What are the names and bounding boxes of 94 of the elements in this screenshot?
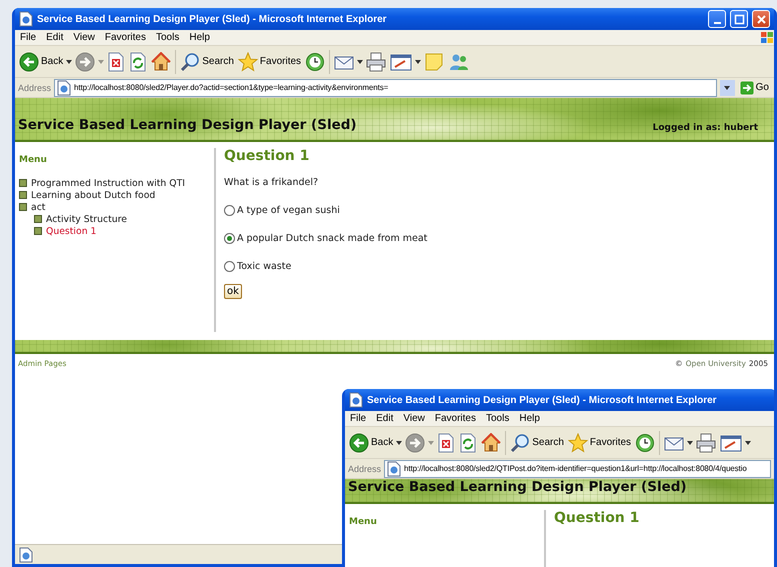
window-title: Service Based Learning Design Player (Sled) - Microsoft Internet Explorer [367, 394, 718, 406]
menu-item[interactable]: Tools [150, 32, 184, 43]
minimize-button[interactable] [708, 10, 726, 28]
print-button[interactable] [365, 50, 388, 74]
search-button[interactable]: Search [509, 430, 565, 454]
maximize-button[interactable] [730, 10, 748, 28]
people-icon [448, 52, 470, 72]
menu-item[interactable]: Help [514, 413, 545, 424]
option-label: A type of vegan sushi [237, 205, 340, 216]
menu-item[interactable]: Edit [41, 32, 68, 43]
clock-icon [305, 52, 326, 72]
arrow-left-icon [349, 432, 369, 452]
favorites-button[interactable]: Favorites [566, 430, 632, 454]
home-button[interactable] [480, 430, 502, 454]
page-cross-icon [107, 52, 126, 72]
stop-button[interactable] [106, 50, 126, 74]
menu-item[interactable]: Favorites [430, 413, 481, 424]
page-icon [19, 11, 33, 27]
menu-link[interactable]: Programmed Instruction with QTI [31, 178, 185, 190]
question-text: What is a frikandel? [224, 177, 320, 188]
page-icon [19, 546, 33, 562]
close-button[interactable] [752, 10, 770, 28]
page-icon [349, 392, 363, 408]
search-icon [180, 52, 200, 72]
refresh-icon [459, 432, 478, 452]
minimize-icon [714, 22, 720, 24]
arrow-left-icon [19, 52, 39, 72]
refresh-button[interactable] [458, 430, 478, 454]
menu-item[interactable]: View [68, 32, 100, 43]
address-label: Address [348, 464, 382, 474]
menu-item[interactable]: Tools [480, 413, 514, 424]
menu-item[interactable]: File [15, 32, 42, 43]
page-icon [387, 460, 402, 476]
star-icon [238, 52, 258, 72]
radio-button[interactable] [224, 205, 235, 216]
arrow-right-icon [75, 52, 96, 72]
dropdown-button[interactable] [720, 80, 735, 96]
window-icon [720, 432, 742, 452]
bullet-icon [19, 179, 27, 187]
page-icon [57, 80, 72, 96]
clock-icon [635, 432, 656, 452]
arrow-right-icon [405, 432, 426, 452]
menu-heading: Menu [19, 155, 48, 165]
site-title: Service Based Learning Design Player (Sled) [348, 479, 687, 495]
menu-item[interactable]: View [398, 413, 430, 424]
question-title: Question 1 [224, 148, 310, 164]
house-icon [481, 432, 502, 452]
menu-item[interactable]: Edit [371, 413, 398, 424]
login-status: Logged in as: hubert [652, 123, 758, 133]
question-title: Question 1 [554, 510, 640, 526]
address-label: Address [18, 82, 52, 92]
ok-button[interactable]: ok [224, 284, 242, 299]
refresh-button[interactable] [128, 50, 148, 74]
window-title: Service Based Learning Design Player (Sled) - Microsoft Internet Explorer [37, 14, 388, 24]
radio-button[interactable] [224, 233, 235, 244]
search-button[interactable]: Search [179, 50, 235, 74]
favorites-button[interactable]: Favorites [236, 50, 302, 74]
bullet-icon [34, 227, 42, 235]
page-cross-icon [437, 432, 456, 452]
close-icon [756, 14, 766, 24]
bullet-icon [19, 191, 27, 199]
arrow-right-icon [740, 80, 754, 94]
option-label: A popular Dutch snack made from meat [237, 233, 428, 244]
menu-item[interactable]: File [345, 413, 372, 424]
back-button[interactable]: Back [348, 430, 394, 454]
note-icon [424, 52, 444, 72]
radio-button[interactable] [224, 261, 235, 272]
bullet-icon [19, 203, 27, 211]
address-field[interactable]: http://localhost:8080/sled2/Player.do?actid=section1&type=learning-activity&environments= [54, 78, 717, 96]
menu-link[interactable]: act [31, 202, 46, 214]
menu-heading: Menu [349, 517, 378, 527]
stop-button[interactable] [436, 430, 456, 454]
menu-link[interactable]: Question 1 [46, 226, 96, 238]
address-field[interactable]: http://localhost:8080/sled2/QTIPost.do?item-identifier=question1&url=http://localhost:8080/4/questio [384, 460, 771, 478]
window-icon [390, 52, 412, 72]
printer-icon [366, 52, 386, 72]
printer-icon [696, 432, 716, 452]
bullet-icon [34, 215, 42, 223]
menu-item[interactable]: Help [184, 32, 215, 43]
menu-item[interactable]: Favorites [100, 32, 151, 43]
caret-icon [724, 86, 730, 90]
home-button[interactable] [150, 50, 172, 74]
menu-link[interactable]: Learning about Dutch food [31, 190, 156, 202]
back-button[interactable]: Back [18, 50, 64, 74]
go-button[interactable]: Go [738, 80, 771, 94]
star-icon [568, 432, 588, 452]
search-icon [510, 432, 530, 452]
refresh-icon [129, 52, 148, 72]
maximize-icon [734, 14, 744, 24]
house-icon [151, 52, 172, 72]
menu-link[interactable]: Activity Structure [46, 214, 127, 226]
option-label: Toxic waste [237, 261, 292, 272]
site-title: Service Based Learning Design Player (Sled) [18, 117, 357, 133]
print-button[interactable] [695, 430, 718, 454]
